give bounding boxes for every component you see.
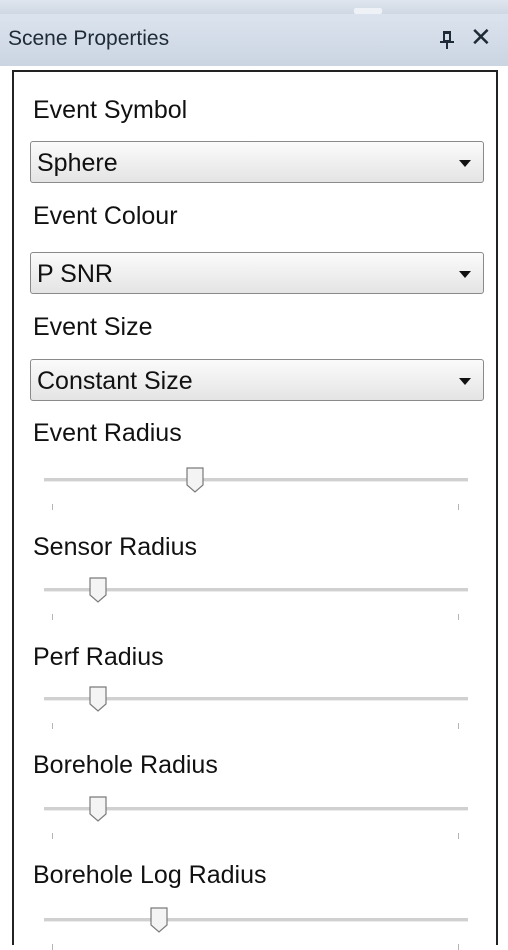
pin-icon[interactable]: [439, 24, 455, 50]
slider-tick: [458, 833, 459, 839]
panel-title: Scene Properties: [8, 27, 170, 50]
slider-thumb[interactable]: [89, 577, 107, 603]
event-radius-label: Event Radius: [33, 419, 182, 447]
sensor-radius-slider[interactable]: [44, 577, 468, 620]
slider-track: [44, 807, 468, 811]
event-size-value: Constant Size: [37, 367, 193, 395]
slider-track: [44, 697, 468, 701]
event-colour-value: P SNR: [37, 260, 113, 288]
chevron-down-icon: [459, 160, 471, 167]
slider-tick: [52, 833, 53, 839]
event-size-label: Event Size: [33, 313, 153, 341]
panel-titlebar: Scene Properties ✕: [0, 14, 508, 66]
slider-tick: [458, 614, 459, 620]
slider-thumb[interactable]: [186, 467, 204, 493]
borehole-radius-slider[interactable]: [44, 796, 468, 839]
event-symbol-label: Event Symbol: [33, 96, 188, 124]
close-icon[interactable]: ✕: [470, 22, 492, 53]
slider-tick: [52, 504, 53, 510]
slider-thumb[interactable]: [150, 907, 168, 933]
borehole-log-radius-label: Borehole Log Radius: [33, 861, 267, 889]
sensor-radius-label: Sensor Radius: [33, 533, 197, 561]
event-radius-slider[interactable]: [44, 467, 468, 510]
event-symbol-value: Sphere: [37, 149, 118, 177]
slider-tick: [52, 723, 53, 729]
event-colour-label: Event Colour: [33, 202, 178, 230]
perf-radius-slider[interactable]: [44, 686, 468, 729]
slider-thumb[interactable]: [89, 796, 107, 822]
slider-tick: [52, 614, 53, 620]
slider-thumb[interactable]: [89, 686, 107, 712]
chevron-down-icon: [459, 271, 471, 278]
slider-tick: [458, 504, 459, 510]
slider-track: [44, 478, 468, 482]
borehole-log-radius-slider[interactable]: [44, 907, 468, 950]
event-colour-dropdown[interactable]: P SNR: [30, 252, 484, 294]
chevron-down-icon: [459, 378, 471, 385]
perf-radius-label: Perf Radius: [33, 643, 164, 671]
slider-track: [44, 588, 468, 592]
borehole-radius-label: Borehole Radius: [33, 751, 218, 779]
event-symbol-dropdown[interactable]: Sphere: [30, 141, 484, 183]
event-size-dropdown[interactable]: Constant Size: [30, 359, 484, 401]
window-top-strip: [0, 0, 508, 14]
slider-tick: [458, 723, 459, 729]
slider-track: [44, 918, 468, 922]
